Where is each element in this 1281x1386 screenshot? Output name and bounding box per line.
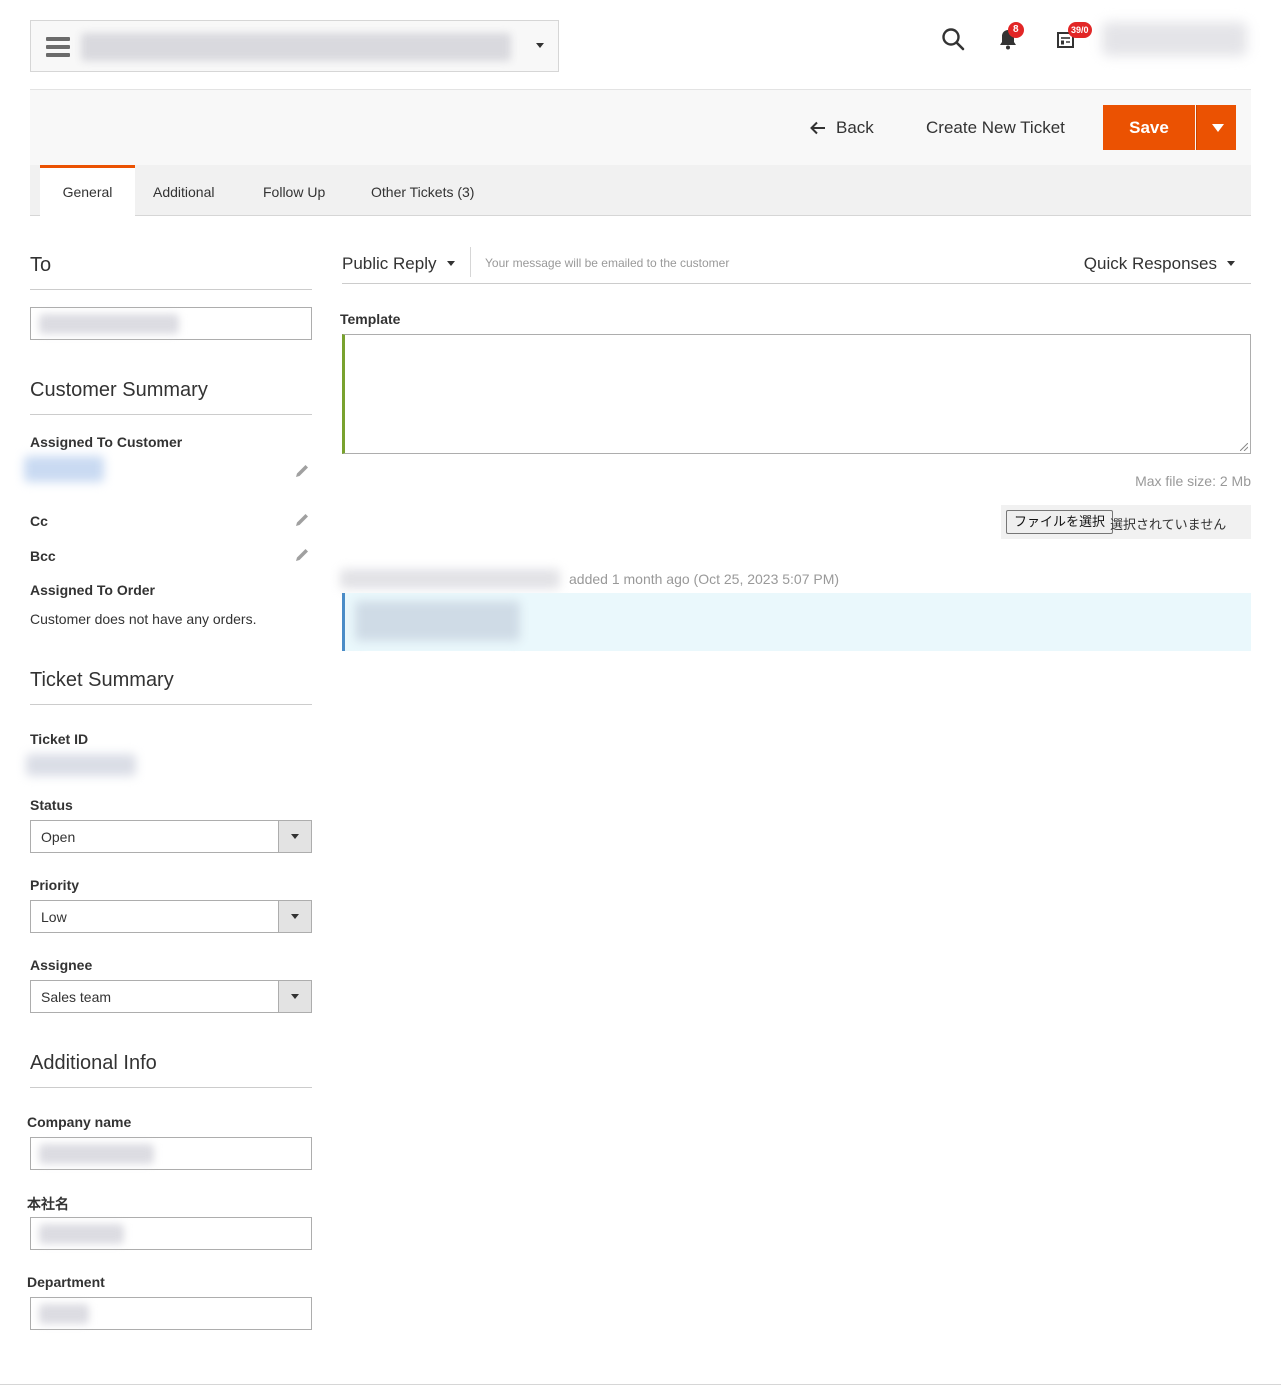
message-text-redacted xyxy=(355,601,520,641)
department-input[interactable] xyxy=(30,1297,312,1330)
priority-select[interactable]: Low xyxy=(30,900,312,933)
status-value: Open xyxy=(41,829,76,845)
message-author-redacted xyxy=(340,569,560,589)
reply-type-label: Public Reply xyxy=(342,254,437,273)
choose-file-button[interactable]: ファイルを選択 xyxy=(1006,510,1114,534)
no-file-selected-text: 選択されていません xyxy=(1110,517,1227,532)
message-body xyxy=(342,593,1251,651)
tab-other-tickets[interactable]: Other Tickets (3) xyxy=(371,165,474,216)
assigned-order-label: Assigned To Order xyxy=(30,582,155,598)
template-label: Template xyxy=(340,311,401,327)
company-name-redacted xyxy=(39,1144,154,1164)
arrow-left-icon xyxy=(810,121,825,135)
save-options-toggle[interactable] xyxy=(1196,105,1236,150)
notifications-icon[interactable]: 8 xyxy=(994,22,1024,54)
assigned-customer-label: Assigned To Customer xyxy=(30,434,183,450)
status-label: Status xyxy=(30,797,73,813)
assignee-select[interactable]: Sales team xyxy=(30,980,312,1013)
divider xyxy=(30,1087,312,1088)
bcc-label: Bcc xyxy=(30,548,56,564)
store-switcher[interactable] xyxy=(30,20,559,72)
menu-icon[interactable] xyxy=(46,37,70,57)
additional-info-title: Additional Info xyxy=(30,1052,157,1074)
chevron-down-icon[interactable] xyxy=(1227,261,1235,266)
reply-hint: Your message will be emailed to the cust… xyxy=(485,256,730,270)
page-bottom-divider xyxy=(0,1384,1281,1385)
back-button[interactable]: Back xyxy=(810,118,874,138)
priority-value: Low xyxy=(41,909,67,925)
customer-summary-title: Customer Summary xyxy=(30,379,208,401)
no-orders-text: Customer does not have any orders. xyxy=(30,611,257,627)
reply-type-dropdown[interactable]: Public Reply xyxy=(342,254,437,274)
chevron-down-icon[interactable] xyxy=(447,261,455,266)
ticket-tabs: General Additional Follow Up Other Ticke… xyxy=(30,165,1251,217)
tab-general[interactable]: General xyxy=(40,165,135,217)
department-label: Department xyxy=(27,1274,105,1290)
notifications-badge: 8 xyxy=(1008,22,1024,38)
user-account-redacted[interactable] xyxy=(1102,22,1247,56)
pencil-icon[interactable] xyxy=(294,512,310,528)
company-name-input[interactable] xyxy=(30,1137,312,1170)
status-select[interactable]: Open xyxy=(30,820,312,853)
tab-follow-up[interactable]: Follow Up xyxy=(263,165,325,216)
cc-label: Cc xyxy=(30,513,48,529)
hq-name-input[interactable] xyxy=(30,1217,312,1250)
ticket-id-label: Ticket ID xyxy=(30,731,89,747)
store-name-redacted xyxy=(81,33,511,61)
assignee-label: Assignee xyxy=(30,957,93,973)
divider xyxy=(30,289,312,290)
pencil-icon[interactable] xyxy=(294,463,310,479)
divider xyxy=(30,414,312,415)
to-value-redacted xyxy=(39,314,179,334)
ticket-id-redacted xyxy=(26,754,136,776)
tab-additional[interactable]: Additional xyxy=(153,165,215,216)
chevron-down-icon xyxy=(278,981,311,1012)
company-name-label: Company name xyxy=(27,1114,132,1130)
reply-toolbar: Public Reply Your message will be emaile… xyxy=(342,245,1251,284)
resize-handle-icon[interactable] xyxy=(1240,443,1248,451)
to-title: To xyxy=(30,254,52,276)
to-input[interactable] xyxy=(30,307,312,340)
chevron-down-icon xyxy=(536,43,544,48)
divider xyxy=(470,247,471,277)
messages-badge: 39/0 xyxy=(1068,22,1092,38)
messages-icon[interactable]: 39/0 xyxy=(1056,22,1092,54)
divider xyxy=(30,704,312,705)
ticket-summary-title: Ticket Summary xyxy=(30,669,174,691)
file-upload: ファイルを選択 選択されていません xyxy=(1001,505,1251,539)
pencil-icon[interactable] xyxy=(294,547,310,563)
message-meta: added 1 month ago (Oct 25, 2023 5:07 PM) xyxy=(569,571,840,587)
quick-responses-dropdown[interactable]: Quick Responses xyxy=(1084,254,1217,274)
back-label: Back xyxy=(836,118,874,137)
chevron-down-icon xyxy=(278,901,311,932)
template-textarea[interactable] xyxy=(342,334,1251,454)
create-new-ticket-button[interactable]: Create New Ticket xyxy=(926,118,1065,138)
page-actions-bar: Back Create New Ticket Save xyxy=(30,89,1251,165)
assignee-value: Sales team xyxy=(41,989,112,1005)
department-redacted xyxy=(39,1304,89,1324)
chevron-down-icon xyxy=(278,821,311,852)
hq-name-label: 本社名 xyxy=(27,1196,69,1212)
max-file-size: Max file size: 2 Mb xyxy=(1135,473,1251,489)
priority-label: Priority xyxy=(30,877,80,893)
assigned-customer-redacted[interactable] xyxy=(24,456,104,482)
search-icon[interactable] xyxy=(938,24,968,54)
save-button[interactable]: Save xyxy=(1103,105,1195,150)
hq-name-redacted xyxy=(39,1224,124,1244)
